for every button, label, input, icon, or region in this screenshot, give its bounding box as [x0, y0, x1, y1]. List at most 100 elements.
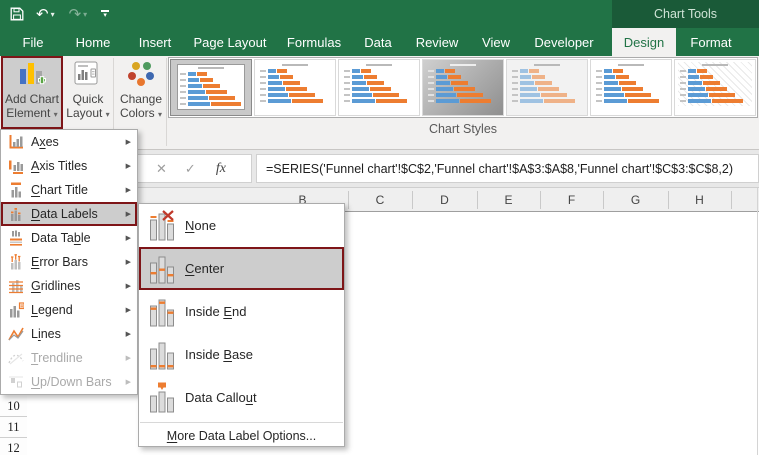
tab-view[interactable]: View: [474, 28, 518, 56]
cancel-icon[interactable]: ✕: [156, 161, 167, 177]
formula-bar-buttons: ✕ ✓ fx: [137, 154, 252, 183]
menu-item-gridlines[interactable]: Gridlines ▶: [1, 274, 137, 298]
column-header-e[interactable]: E: [477, 188, 540, 212]
quick-layout-icon: [74, 61, 102, 90]
chart-style-thumb[interactable]: [506, 59, 588, 116]
ribbon-tab-row: File Home Insert Page Layout Formulas Da…: [0, 28, 759, 56]
chart-style-thumb[interactable]: [422, 59, 504, 116]
menu-item-error-bars[interactable]: Error Bars ▶: [1, 250, 137, 274]
data-table-icon: [1, 230, 31, 246]
tab-home[interactable]: Home: [70, 28, 116, 56]
tab-review[interactable]: Review: [410, 28, 464, 56]
trendline-icon: [1, 350, 31, 366]
up-down-bars-icon: [1, 374, 31, 390]
submenu-item-data-callout[interactable]: Data Callout: [139, 376, 344, 419]
group-divider: [166, 58, 167, 146]
menu-item-axes[interactable]: Axes ▶: [1, 130, 137, 154]
tab-format[interactable]: Format: [682, 28, 740, 56]
add-chart-element-menu: Axes ▶ Axis Titles ▶ Chart Title ▶ Data …: [0, 129, 138, 395]
submenu-arrow-icon: ▶: [125, 211, 131, 218]
insert-function-icon[interactable]: fx: [216, 161, 226, 177]
chart-style-thumb[interactable]: [674, 59, 756, 116]
chart-style-thumb[interactable]: [338, 59, 420, 116]
tab-design[interactable]: Design: [612, 28, 676, 56]
menu-item-data-labels[interactable]: Data Labels ▶: [1, 202, 137, 226]
submenu-arrow-icon: ▶: [125, 283, 131, 290]
menu-item-lines[interactable]: Lines ▶: [1, 322, 137, 346]
submenu-item-center[interactable]: Center: [139, 247, 344, 290]
submenu-arrow-icon: ▶: [125, 355, 131, 362]
menu-item-legend[interactable]: Legend ▶: [1, 298, 137, 322]
column-header-d[interactable]: D: [412, 188, 477, 212]
chart-styles-gallery: [168, 57, 758, 118]
submenu-arrow-icon: ▶: [125, 379, 131, 386]
quick-layout-button[interactable]: Quick Layout ▾: [64, 57, 112, 128]
undo-icon[interactable]: ↶ ▾: [36, 7, 55, 22]
tab-developer[interactable]: Developer: [528, 28, 600, 56]
customize-qat-icon[interactable]: ▾: [101, 10, 110, 19]
add-chart-element-icon: [18, 61, 46, 90]
tab-file[interactable]: File: [10, 28, 56, 56]
submenu-arrow-icon: ▶: [125, 187, 131, 194]
data-labels-inside-base-icon: [139, 339, 185, 371]
chart-style-thumb[interactable]: [590, 59, 672, 116]
submenu-separator: [140, 422, 343, 423]
submenu-arrow-icon: ▶: [125, 139, 131, 146]
submenu-item-none[interactable]: None: [139, 204, 344, 247]
data-labels-icon: [1, 206, 31, 222]
save-icon[interactable]: [10, 7, 24, 21]
data-labels-none-icon: [139, 209, 185, 242]
enter-icon[interactable]: ✓: [185, 161, 196, 177]
chart-styles-group-label: Chart Styles: [428, 122, 498, 136]
quick-access-toolbar: ↶ ▾ ↷ ▾ ▾: [0, 0, 110, 28]
sheet-edge-line: [757, 188, 758, 455]
undo-caret-icon[interactable]: ▾: [51, 10, 55, 19]
data-labels-center-icon: [139, 253, 185, 285]
menu-item-up-down-bars: Up/Down Bars ▶: [1, 370, 137, 394]
tab-data[interactable]: Data: [356, 28, 400, 56]
change-colors-button[interactable]: Change Colors ▾: [115, 57, 167, 128]
submenu-arrow-icon: ▶: [125, 235, 131, 242]
column-header-c[interactable]: C: [348, 188, 412, 212]
submenu-arrow-icon: ▶: [125, 259, 131, 266]
tab-formulas[interactable]: Formulas: [282, 28, 346, 56]
menu-item-chart-title[interactable]: Chart Title ▶: [1, 178, 137, 202]
column-header-h[interactable]: H: [668, 188, 731, 212]
submenu-arrow-icon: ▶: [125, 163, 131, 170]
tab-page-layout[interactable]: Page Layout: [190, 28, 270, 56]
row-header-12[interactable]: 12: [0, 438, 27, 455]
chart-title-icon: [1, 182, 31, 198]
column-header-g[interactable]: G: [603, 188, 668, 212]
submenu-item-more-options[interactable]: More Data Label Options...: [139, 426, 344, 446]
data-labels-data-callout-icon: [139, 382, 185, 414]
data-labels-submenu: None Center Inside End Inside Base Data …: [138, 203, 345, 447]
submenu-item-inside-base[interactable]: Inside Base: [139, 333, 344, 376]
data-labels-inside-end-icon: [139, 296, 185, 328]
redo-icon: ↷ ▾: [68, 5, 88, 23]
menu-item-axis-titles[interactable]: Axis Titles ▶: [1, 154, 137, 178]
title-bar: ↶ ▾ ↷ ▾ ▾ Chart Tools: [0, 0, 759, 28]
row-header-11[interactable]: 11: [0, 417, 27, 438]
menu-item-data-table[interactable]: Data Table ▶: [1, 226, 137, 250]
add-chart-element-button[interactable]: Add Chart Element ▾: [1, 56, 63, 129]
submenu-arrow-icon: ▶: [125, 307, 131, 314]
submenu-item-inside-end[interactable]: Inside End: [139, 290, 344, 333]
chart-style-thumb[interactable]: [170, 59, 252, 116]
change-colors-icon: [126, 61, 156, 90]
axes-icon: [1, 134, 31, 150]
gridlines-icon: [1, 278, 31, 294]
column-header-f[interactable]: F: [540, 188, 603, 212]
legend-icon: [1, 302, 31, 318]
row-header-10[interactable]: 10: [0, 396, 27, 417]
redo-caret-icon: ▾: [83, 9, 88, 19]
excel-window: ↶ ▾ ↷ ▾ ▾ Chart Tools File Home Insert P…: [0, 0, 759, 455]
error-bars-icon: [1, 254, 31, 270]
row-headers: 10 11 12: [0, 396, 27, 455]
chart-style-thumb[interactable]: [254, 59, 336, 116]
lines-icon: [1, 326, 31, 342]
menu-item-trendline: Trendline ▶: [1, 346, 137, 370]
formula-input[interactable]: =SERIES('Funnel chart'!$C$2,'Funnel char…: [256, 154, 759, 183]
tab-insert[interactable]: Insert: [132, 28, 178, 56]
chart-tools-contextual-label: Chart Tools: [612, 0, 759, 28]
axis-titles-icon: [1, 158, 31, 174]
